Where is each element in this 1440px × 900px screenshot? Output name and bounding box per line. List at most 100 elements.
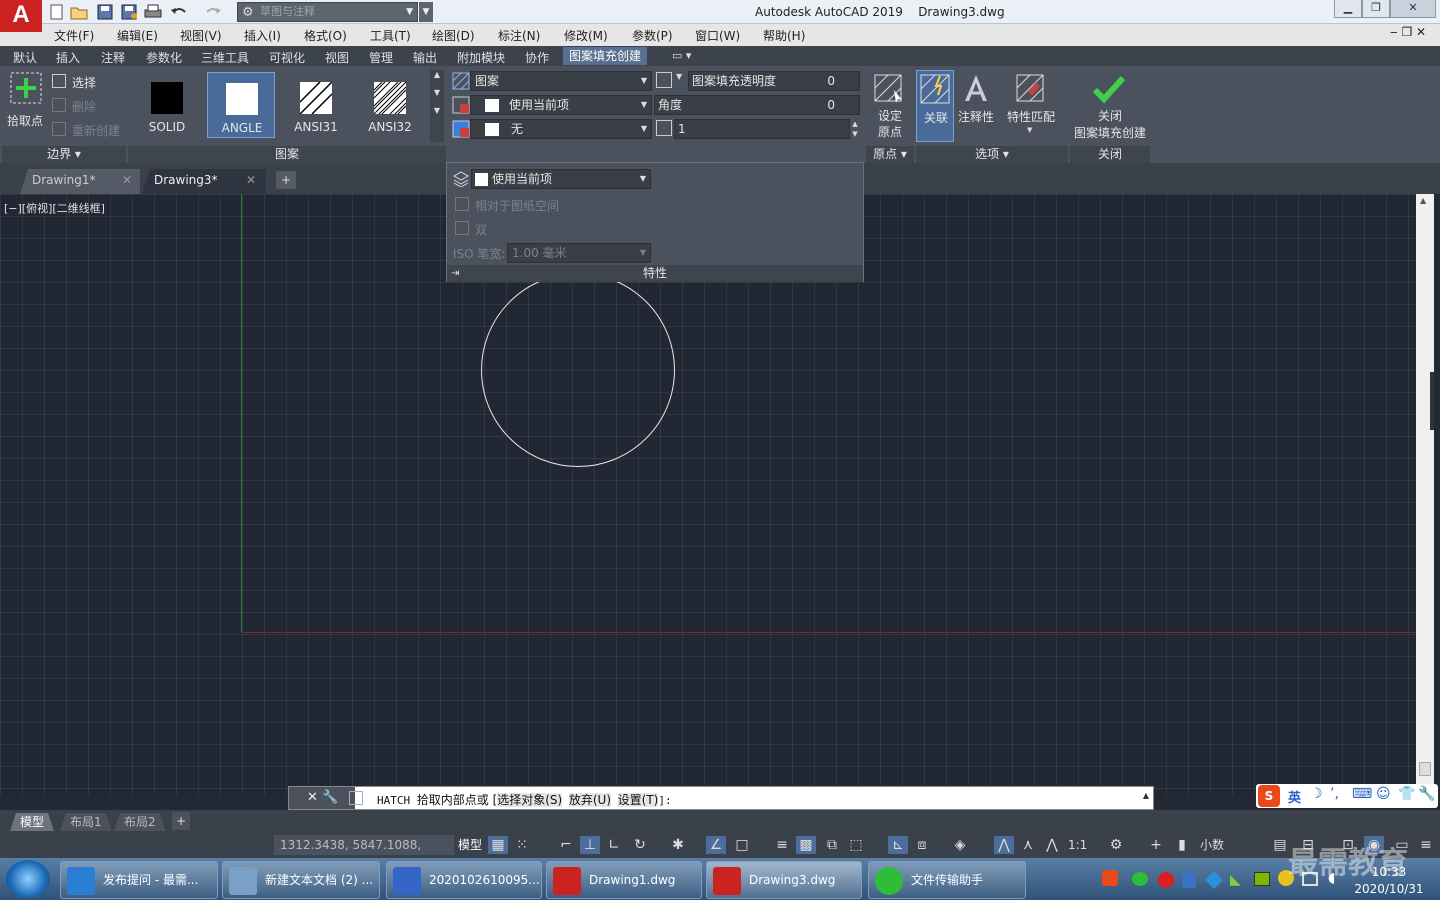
tab-collaborate[interactable]: 协作 <box>525 49 549 66</box>
quick-properties-icon[interactable]: ▤ <box>1270 836 1290 854</box>
3d-osnap-icon[interactable]: ⬚ <box>846 836 866 854</box>
moon-icon[interactable]: ☽ <box>1310 786 1323 802</box>
units-value[interactable]: 小数 <box>1200 836 1224 854</box>
option-select-objects[interactable]: 选择对象(S) <box>497 793 563 807</box>
taskbar-item-drawing1[interactable]: Drawing1.dwg <box>546 861 702 899</box>
tab-visualize[interactable]: 可视化 <box>269 49 305 66</box>
layout-tab-model[interactable]: 模型 <box>10 813 54 831</box>
application-menu-button[interactable]: A <box>0 0 42 32</box>
save-icon[interactable] <box>96 4 114 20</box>
gpu-icon[interactable] <box>1254 872 1270 886</box>
annotative-button[interactable]: 注释性 <box>956 70 996 142</box>
ribbon-options-button[interactable]: ▭ ▾ <box>672 49 691 62</box>
infer-constraints-icon[interactable]: ⌐ <box>556 836 576 854</box>
undo-icon[interactable] <box>170 4 188 20</box>
tab-insert[interactable]: 插入 <box>56 49 80 66</box>
wechat-tray-icon[interactable] <box>1132 872 1148 886</box>
pattern-angle[interactable]: ANGLE <box>207 72 275 138</box>
option-settings[interactable]: 设置(T) <box>617 793 659 807</box>
doc-tab-drawing1[interactable]: Drawing1* ✕ <box>20 169 140 194</box>
wrench-icon[interactable]: 🔧 <box>322 790 338 805</box>
pattern-scroll[interactable]: ▲ ▼ ▼ <box>430 70 444 142</box>
angle-field[interactable]: 角度 0 <box>654 95 860 115</box>
osnap-icon[interactable]: □ <box>732 836 752 854</box>
command-grip[interactable] <box>289 787 303 809</box>
user-icon[interactable]: ☺ <box>1376 786 1391 802</box>
customization-icon[interactable]: ≡ <box>1416 836 1436 854</box>
pattern-ansi31[interactable]: ANSI31 <box>282 72 350 138</box>
sogou-tray-icon[interactable] <box>1102 870 1118 886</box>
layout-tab-layout1[interactable]: 布局1 <box>60 813 112 831</box>
scale-spinner[interactable]: ▲ ▼ <box>850 119 860 139</box>
drawing-canvas[interactable]: [−][俯视][二维线框] <box>0 194 1416 795</box>
options-panel-title[interactable]: 选项 ▾ <box>916 146 1068 163</box>
model-space-toggle[interactable]: 模型 <box>458 836 482 854</box>
menu-help[interactable]: 帮助(H) <box>763 27 805 44</box>
tab-annotate[interactable]: 注释 <box>101 49 125 66</box>
skin-icon[interactable]: 👕 <box>1398 786 1415 802</box>
add-layout-button[interactable]: + <box>172 812 190 830</box>
grid-icon[interactable]: ▦ <box>488 836 508 854</box>
close-icon[interactable]: ✕ <box>246 169 256 191</box>
set-origin-button[interactable]: 设定 原点 <box>870 70 910 142</box>
menu-file[interactable]: 文件(F) <box>54 27 94 44</box>
associative-button[interactable]: 关联 <box>916 70 954 142</box>
chevron-down-icon[interactable]: ▼ <box>676 72 682 81</box>
menu-parametric[interactable]: 参数(P) <box>632 27 673 44</box>
layer-select[interactable]: 使用当前项 ▼ <box>471 169 651 189</box>
dynamic-ucs-icon[interactable]: ⊾ <box>888 836 908 854</box>
transparency-field[interactable]: 图案填充透明度 0 <box>688 71 860 91</box>
match-properties-button[interactable]: 特性匹配 ▼ <box>1003 70 1059 142</box>
plus-icon[interactable]: + <box>1146 836 1166 854</box>
weibo-tray-icon[interactable] <box>1158 872 1174 888</box>
keyboard-icon[interactable]: ⌨ <box>1352 786 1372 802</box>
menu-edit[interactable]: 编辑(E) <box>117 27 158 44</box>
boundary-panel-title[interactable]: 边界 ▾ <box>2 146 126 163</box>
command-line[interactable]: ✕ 🔧 HATCH 拾取内部点或 [选择对象(S) 放弃(U) 设置(T)]: … <box>288 786 1154 810</box>
close-icon[interactable]: ✕ <box>307 790 318 805</box>
ortho-icon[interactable]: ∟ <box>604 836 624 854</box>
tab-3d-tools[interactable]: 三维工具 <box>201 49 249 66</box>
new-tab-button[interactable]: + <box>276 171 296 189</box>
close-hatch-creation-button[interactable]: 关闭 图案填充创建 <box>1070 70 1150 146</box>
viewport-controls-label[interactable]: [−][俯视][二维线框] <box>4 200 105 216</box>
customize-qat-button[interactable]: ▼ <box>419 2 433 22</box>
menu-insert[interactable]: 插入(I) <box>244 27 281 44</box>
maximize-button[interactable]: ❐ <box>1362 0 1390 18</box>
hatch-color-select[interactable]: 使用当前项 ▼ <box>470 95 652 115</box>
pick-points-button[interactable]: 拾取点 <box>6 70 44 130</box>
minimize-button[interactable]: ▁ <box>1334 0 1362 18</box>
pattern-ansi32[interactable]: ANSI32 <box>356 72 424 138</box>
windows-start-icon[interactable] <box>6 860 50 898</box>
wrench-icon[interactable]: 🔧 <box>1418 786 1435 802</box>
osnap-tracking-icon[interactable]: ∠ <box>706 836 726 854</box>
taskbar-item-notepad[interactable]: 新建文本文档 (2) ... <box>222 861 380 899</box>
menu-format[interactable]: 格式(O) <box>304 27 347 44</box>
tab-manage[interactable]: 管理 <box>369 49 393 66</box>
tab-view[interactable]: 视图 <box>325 49 349 66</box>
tab-default[interactable]: 默认 <box>13 49 37 66</box>
annotation-visibility-icon[interactable]: ⋀ <box>994 836 1014 854</box>
tab-parametric[interactable]: 参数化 <box>146 49 182 66</box>
gizmo-icon[interactable]: ◈ <box>950 836 970 854</box>
close-window-button[interactable]: ✕ <box>1390 0 1436 18</box>
annotation-scale-value[interactable]: 1:1 <box>1068 836 1087 854</box>
taskbar-item-drawing3[interactable]: Drawing3.dwg <box>706 861 862 899</box>
background-color-select[interactable]: 无 ▼ <box>470 119 652 139</box>
option-undo[interactable]: 放弃(U) <box>568 793 612 807</box>
layout-tab-layout2[interactable]: 布局2 <box>114 813 166 831</box>
menu-modify[interactable]: 修改(M) <box>564 27 608 44</box>
dynamic-input-icon[interactable]: ⊥ <box>580 836 600 854</box>
open-icon[interactable] <box>70 4 88 20</box>
lineweight-icon[interactable]: ≡ <box>772 836 792 854</box>
origin-panel-title[interactable]: 原点 ▾ <box>866 146 914 163</box>
taskbar-item-wechat[interactable]: 文件传输助手 <box>868 861 1026 899</box>
print-icon[interactable] <box>144 4 162 20</box>
ime-language[interactable]: 英 <box>1288 787 1301 806</box>
scale-field[interactable]: 1 <box>674 119 850 139</box>
iso-pen-width-select[interactable]: 1.00 毫米 ▼ <box>507 243 651 263</box>
units-icon[interactable]: ▮ <box>1172 836 1192 854</box>
gear-icon[interactable]: ⚙ <box>1106 836 1126 854</box>
ime-toolbar[interactable]: S 英 ☽ ’, ⌨ ☺ 👕 🔧 <box>1256 784 1438 808</box>
menu-view[interactable]: 视图(V) <box>180 27 222 44</box>
